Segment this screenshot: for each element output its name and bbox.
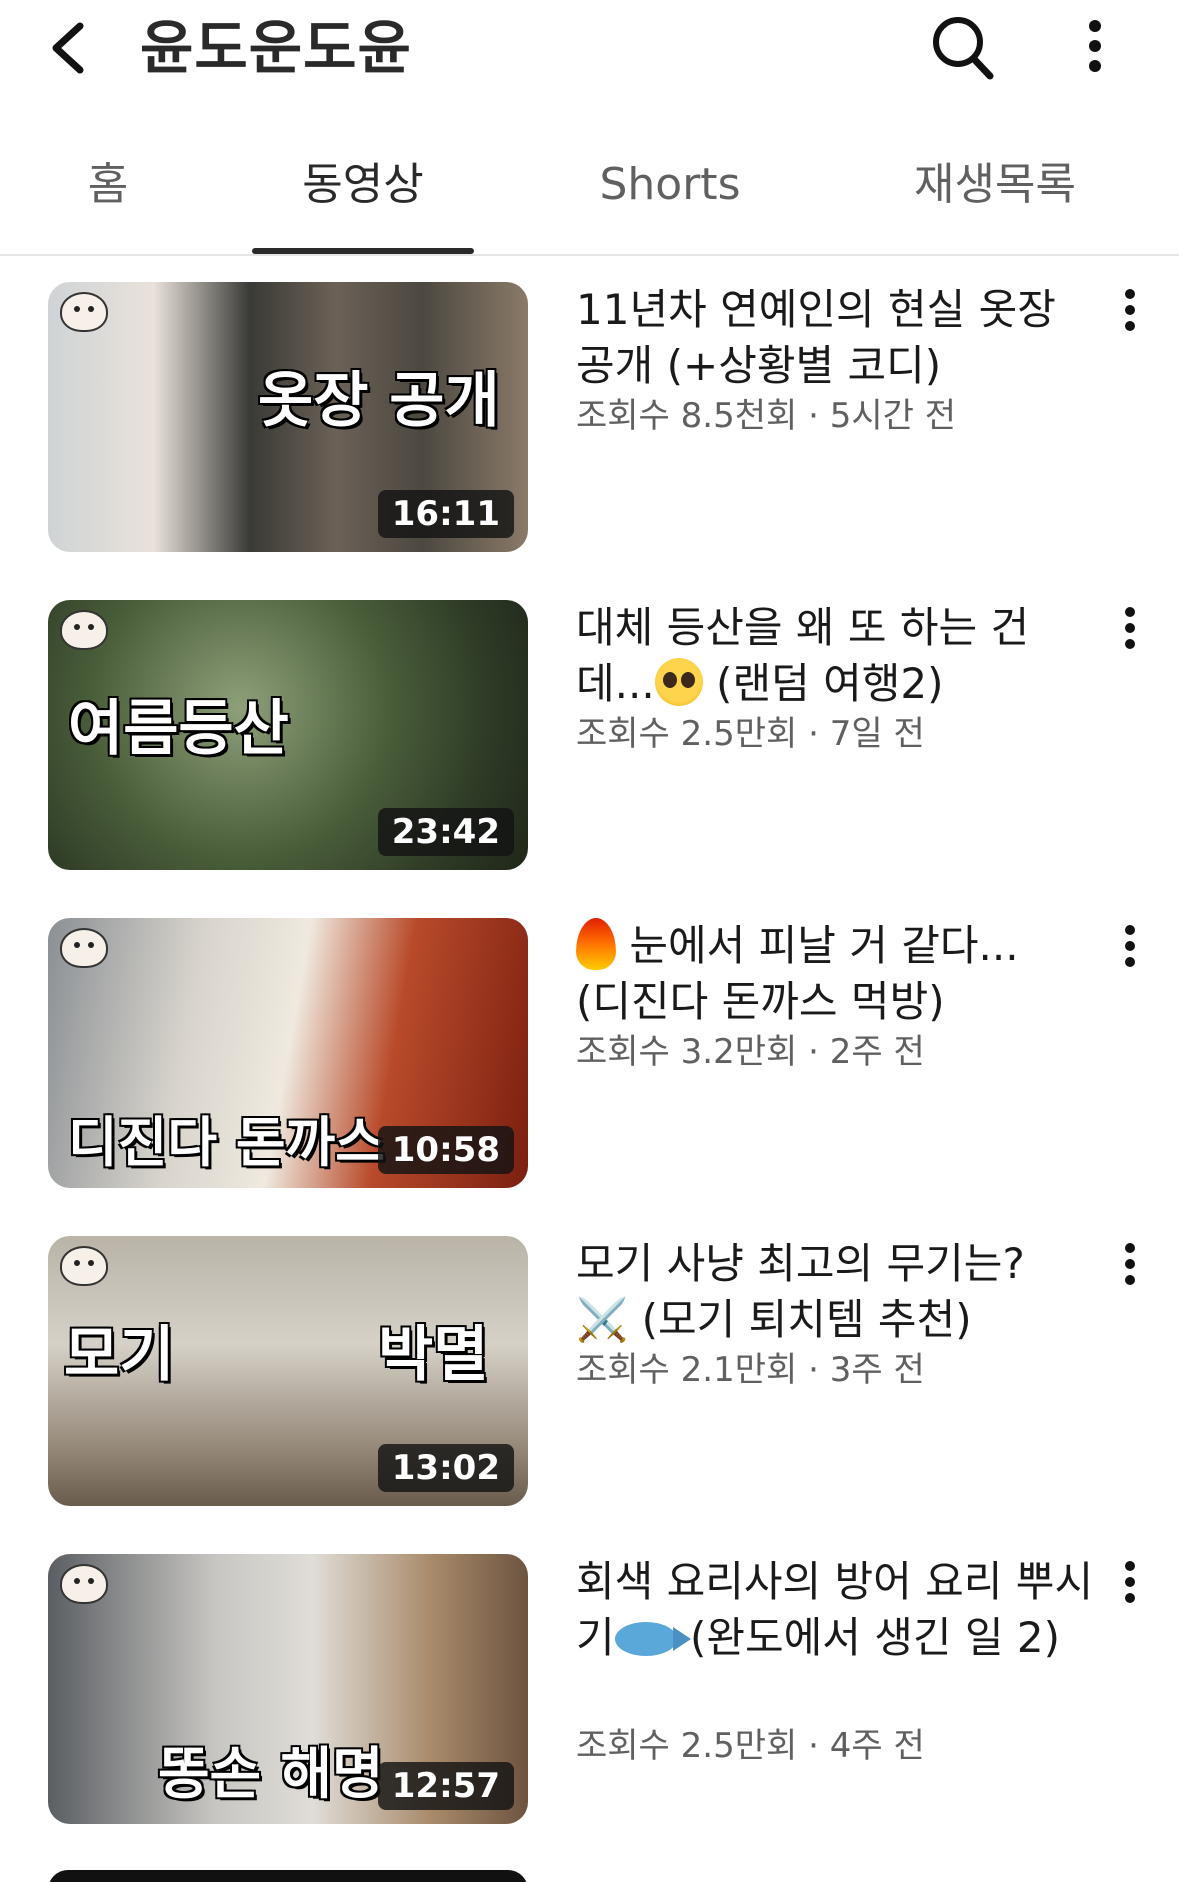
vertical-dots-icon <box>1089 20 1101 72</box>
app-bar: 윤도운도윤 <box>0 0 1179 96</box>
thumbnail-overlay-text: 여름등산 <box>68 694 289 764</box>
video-title-text: (랜덤 여행2) <box>702 659 944 708</box>
video-menu-button[interactable] <box>1110 1236 1150 1296</box>
video-title-text: (모기 퇴치템 추천) <box>628 1295 972 1344</box>
video-thumbnail[interactable]: 옷장 공개 16:11 <box>48 282 528 552</box>
view-count: 조회수 2.1만회 <box>576 1350 798 1390</box>
channel-mascot-icon <box>60 292 108 332</box>
video-meta: 조회수 2.5만회 · 4주 전 <box>576 1726 925 1766</box>
video-menu-button[interactable] <box>1110 600 1150 660</box>
back-button[interactable] <box>40 10 100 82</box>
video-duration: 13:02 <box>377 1444 514 1492</box>
video-title[interactable]: 눈에서 피날 거 같다... (디진다 돈까스 먹방) <box>576 918 1096 1030</box>
video-meta: 조회수 2.1만회 · 3주 전 <box>576 1350 925 1390</box>
tab-videos[interactable]: 동영상 <box>252 150 474 220</box>
view-count: 조회수 3.2만회 <box>576 1032 798 1072</box>
video-title-text: (디진다 돈까스 먹방) <box>576 977 945 1026</box>
upload-age: 7일 전 <box>829 714 925 754</box>
view-count: 조회수 8.5천회 <box>576 396 798 436</box>
video-title-text: 눈에서 피날 거 같다... <box>616 921 1019 970</box>
more-options-button[interactable] <box>1070 10 1120 82</box>
video-meta: 조회수 2.5만회 · 7일 전 <box>576 714 925 754</box>
upload-age: 4주 전 <box>829 1726 925 1766</box>
video-menu-button[interactable] <box>1110 918 1150 978</box>
video-thumbnail[interactable]: 똥손 해명 12:57 <box>48 1554 528 1824</box>
next-video-list-item-partial[interactable] <box>0 1866 1179 1882</box>
video-list-item[interactable]: 옷장 공개 16:11 11년차 연예인의 현실 옷장 공개 (+상황별 코디)… <box>0 282 1179 562</box>
video-menu-button[interactable] <box>1110 282 1150 342</box>
fish-emoji-icon <box>614 1622 691 1656</box>
video-duration: 10:58 <box>377 1126 514 1174</box>
tab-home[interactable]: 홈 <box>40 150 176 220</box>
search-icon <box>933 17 994 80</box>
upload-age: 3주 전 <box>829 1350 925 1390</box>
video-list-item[interactable]: 똥손 해명 12:57 회색 요리사의 방어 요리 뿌시기 (완도에서 생긴 일… <box>0 1554 1179 1854</box>
video-thumbnail[interactable]: 디진다 돈까스 10:58 <box>48 918 528 1188</box>
pleading-face-emoji-icon <box>654 658 703 706</box>
vertical-dots-icon <box>1125 1561 1135 1603</box>
channel-mascot-icon <box>60 1564 108 1604</box>
video-meta: 조회수 3.2만회 · 2주 전 <box>576 1032 925 1072</box>
vertical-dots-icon <box>1125 925 1135 967</box>
video-list-item[interactable]: 여름등산 23:42 대체 등산을 왜 또 하는 건데... (랜덤 여행2) … <box>0 600 1179 880</box>
upload-age: 5시간 전 <box>829 396 956 436</box>
video-title[interactable]: 모기 사냥 최고의 무기는? ⚔️ (모기 퇴치템 추천) <box>576 1236 1096 1348</box>
vertical-dots-icon <box>1125 1243 1135 1285</box>
crossed-swords-emoji-icon: ⚔️ <box>576 1295 629 1344</box>
channel-mascot-icon <box>60 928 108 968</box>
video-title-text: (완도에서 생긴 일 2) <box>676 1613 1061 1662</box>
channel-title: 윤도운도윤 <box>140 14 412 82</box>
vertical-dots-icon <box>1125 607 1135 649</box>
tab-playlists[interactable]: 재생목록 <box>890 150 1100 220</box>
thumbnail-overlay-text: 똥손 해명 <box>158 1742 384 1807</box>
video-menu-button[interactable] <box>1110 1554 1150 1614</box>
back-arrow-icon <box>52 22 84 74</box>
video-thumbnail[interactable]: 모기 박멸 13:02 <box>48 1236 528 1506</box>
upload-age: 2주 전 <box>829 1032 925 1072</box>
video-list-item[interactable]: 디진다 돈까스 10:58 눈에서 피날 거 같다... (디진다 돈까스 먹방)… <box>0 918 1179 1198</box>
video-title-text: 모기 사냥 최고의 무기는? <box>576 1239 1025 1288</box>
video-title[interactable]: 회색 요리사의 방어 요리 뿌시기 (완도에서 생긴 일 2) <box>576 1554 1096 1666</box>
active-tab-indicator <box>252 248 474 254</box>
thumbnail-overlay-text-right: 박멸 <box>378 1320 489 1390</box>
video-thumbnail[interactable] <box>48 1870 528 1882</box>
vertical-dots-icon <box>1125 289 1135 331</box>
video-duration: 12:57 <box>377 1762 514 1810</box>
channel-tabs: 홈 동영상 Shorts 재생목록 <box>0 130 1179 256</box>
thumbnail-overlay-text: 옷장 공개 <box>258 366 500 436</box>
video-duration: 23:42 <box>377 808 514 856</box>
channel-mascot-icon <box>60 1246 108 1286</box>
view-count: 조회수 2.5만회 <box>576 1726 798 1766</box>
video-title[interactable]: 11년차 연예인의 현실 옷장 공개 (+상황별 코디) <box>576 282 1096 394</box>
video-title[interactable]: 대체 등산을 왜 또 하는 건데... (랜덤 여행2) <box>576 600 1096 712</box>
channel-mascot-icon <box>60 610 108 650</box>
video-thumbnail[interactable]: 여름등산 23:42 <box>48 600 528 870</box>
fire-emoji-icon <box>576 918 616 970</box>
video-meta: 조회수 8.5천회 · 5시간 전 <box>576 396 956 436</box>
search-button[interactable] <box>928 10 998 82</box>
video-duration: 16:11 <box>377 490 514 538</box>
view-count: 조회수 2.5만회 <box>576 714 798 754</box>
thumbnail-overlay-text-left: 모기 <box>64 1320 175 1390</box>
video-list-item[interactable]: 모기 박멸 13:02 모기 사냥 최고의 무기는? ⚔️ (모기 퇴치템 추천)… <box>0 1236 1179 1516</box>
thumbnail-overlay-text: 디진다 돈까스 <box>68 1111 385 1174</box>
tab-shorts[interactable]: Shorts <box>560 150 780 220</box>
